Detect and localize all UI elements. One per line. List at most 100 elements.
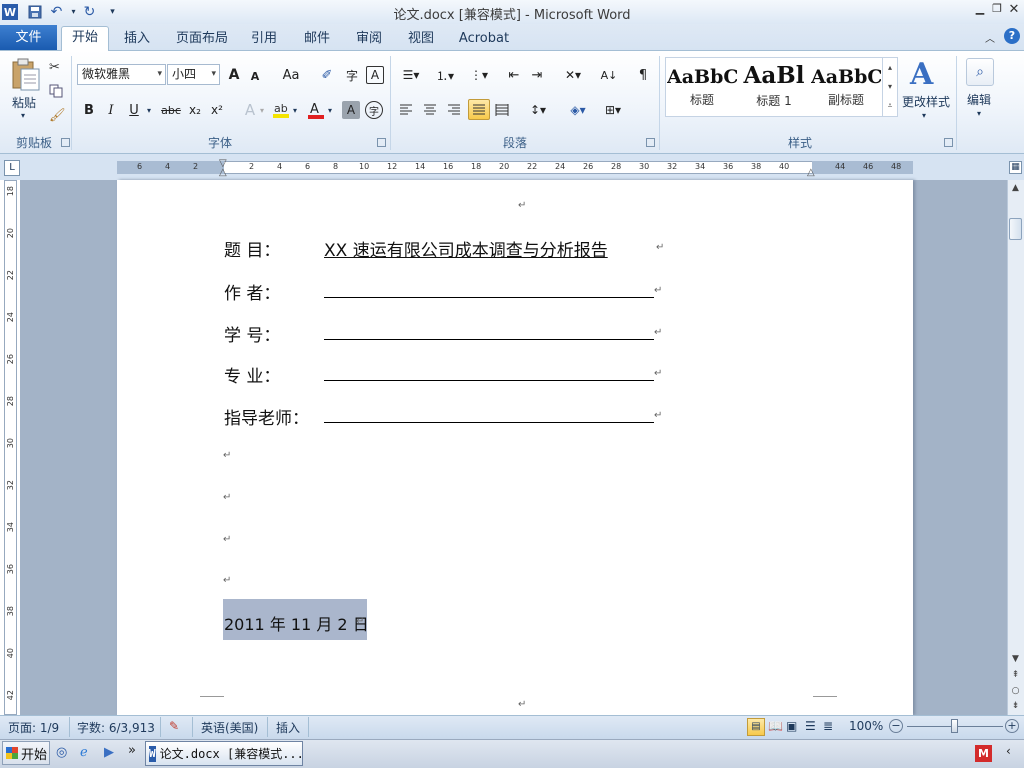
tab-page-layout[interactable]: 页面布局 [171,29,233,50]
font-name-dropdown-icon[interactable]: ▾ [157,65,162,84]
find-icon[interactable]: ⌕ [966,58,994,86]
tab-review[interactable]: 审阅 [350,29,388,50]
outline-view-icon[interactable]: ☰ [805,719,816,733]
change-styles-icon[interactable]: A [910,57,942,93]
right-indent-marker[interactable]: △ [807,167,815,178]
format-painter-icon[interactable]: 🖌 [49,108,66,123]
justify-icon[interactable] [468,99,490,120]
help-icon[interactable]: ? [1004,28,1020,44]
increase-indent-icon[interactable]: ⇥ [528,66,546,84]
character-border-icon[interactable]: A [366,66,384,84]
italic-button[interactable]: I [102,101,120,119]
enclose-characters-icon[interactable]: 字 [365,101,383,119]
date-text[interactable]: 2011 年 11 月 2 日 [224,611,369,635]
grow-font-icon[interactable]: A [225,66,243,84]
bold-button[interactable]: B [80,101,98,119]
page-count[interactable]: 页面: 1/9 [8,719,59,736]
next-page-icon[interactable]: ⇟ [1009,699,1022,713]
numbering-icon[interactable]: ⒈▾ [431,66,459,84]
highlight-dropdown-icon[interactable]: ▾ [293,106,297,115]
character-shading-icon[interactable]: A [342,101,360,119]
draft-view-icon[interactable]: ≣ [823,719,833,733]
zoom-slider-thumb[interactable] [951,719,958,733]
change-case-icon[interactable]: Aa [278,66,304,84]
align-right-icon[interactable] [445,101,463,119]
web-layout-icon[interactable]: ▣ [786,719,797,733]
paste-icon[interactable] [9,58,41,92]
underline-button[interactable]: U [125,101,143,119]
sort-icon[interactable]: A↓ [599,66,619,84]
tab-view[interactable]: 视图 [402,29,440,50]
cut-icon[interactable]: ✂ [49,60,60,75]
editing-label[interactable]: 编辑 [967,91,991,108]
tab-references[interactable]: 引用 [245,29,283,50]
paste-dropdown-icon[interactable]: ▾ [21,111,25,120]
change-styles-label[interactable]: 更改样式 [902,93,950,110]
highlight-icon[interactable]: ab [271,100,291,120]
chinese-layout-icon[interactable]: ✕▾ [560,66,586,84]
subscript-button[interactable]: x₂ [186,101,204,119]
tab-mailings[interactable]: 邮件 [298,29,336,50]
editing-dropdown-icon[interactable]: ▾ [977,109,981,118]
scroll-down-icon[interactable]: ▼ [1009,652,1022,666]
media-player-icon[interactable]: ▶ [104,745,120,761]
phonetic-guide-icon[interactable]: 字 [342,66,362,84]
zoom-in-icon[interactable]: + [1005,719,1019,733]
full-screen-reading-icon[interactable]: 📖 [768,719,783,733]
hanging-indent-marker[interactable]: △ [219,167,227,178]
font-color-icon[interactable]: A [306,100,326,120]
align-center-icon[interactable] [421,101,439,119]
copy-icon[interactable] [49,84,63,98]
taskbar-word-window[interactable]: W 论文.docx [兼容模式... [145,741,303,766]
word-count[interactable]: 字数: 6/3,913 [77,719,155,736]
previous-page-icon[interactable]: ⇞ [1009,668,1022,682]
line-spacing-icon[interactable]: ↕▾ [526,101,550,119]
underline-dropdown-icon[interactable]: ▾ [147,106,151,115]
style-subtitle[interactable]: AaBbC 副标题 [811,60,881,112]
language-indicator[interactable]: 英语(美国) [201,719,258,736]
tab-acrobat[interactable]: Acrobat [453,29,515,50]
proofing-icon[interactable]: ✎ [169,719,179,733]
decrease-indent-icon[interactable]: ⇤ [505,66,523,84]
print-layout-view-icon[interactable]: ▤ [747,718,765,736]
tab-home[interactable]: 开始 [61,26,109,52]
text-effects-dropdown-icon[interactable]: ▾ [260,106,264,115]
font-name-combo[interactable]: 微软雅黑 ▾ [77,64,166,85]
shrink-font-icon[interactable]: A [247,68,263,84]
borders-icon[interactable]: ⊞▾ [600,101,626,119]
tab-file[interactable]: 文件 [0,25,57,50]
text-effects-icon[interactable]: A [240,101,260,119]
scroll-up-icon[interactable]: ▲ [1009,181,1022,195]
major-blank-line[interactable] [324,380,654,381]
paragraph-dialog-launcher[interactable] [646,138,655,147]
horizontal-ruler[interactable] [117,161,913,174]
style-heading-1[interactable]: AaBl 标题 1 [739,60,809,112]
font-dialog-launcher[interactable] [377,138,386,147]
tab-selector-icon[interactable]: L [4,160,20,176]
paste-label[interactable]: 粘贴 [12,94,36,111]
multilevel-list-icon[interactable]: ⋮▾ [465,66,493,84]
view-ruler-icon[interactable]: ▦ [1009,161,1022,174]
close-icon[interactable]: ✕ [1006,2,1022,18]
advisor-blank-line[interactable] [324,422,654,423]
start-button[interactable]: 开始 [2,741,50,765]
font-size-dropdown-icon[interactable]: ▾ [211,65,216,84]
show-formatting-marks-icon[interactable]: ¶ [635,66,651,84]
internet-explorer-icon[interactable]: ℯ [80,745,96,761]
scrollbar-thumb[interactable] [1009,218,1022,240]
font-color-dropdown-icon[interactable]: ▾ [328,106,332,115]
styles-scroll[interactable]: ▴ ▾ ⩡ [882,58,897,116]
font-size-combo[interactable]: 小四 ▾ [167,64,220,85]
distributed-icon[interactable] [493,101,511,119]
superscript-button[interactable]: x² [208,101,226,119]
author-blank-line[interactable] [324,297,654,298]
tab-insert[interactable]: 插入 [118,29,156,50]
show-desktop-icon[interactable]: ◎ [56,745,72,761]
zoom-out-icon[interactable]: − [889,719,903,733]
zoom-level[interactable]: 100% [849,719,883,733]
tray-expand-icon[interactable]: ‹ [1006,744,1011,758]
shading-icon[interactable]: ◈▾ [565,101,591,119]
change-styles-dropdown-icon[interactable]: ▾ [922,111,926,120]
student-id-blank-line[interactable] [324,339,654,340]
title-value[interactable]: XX 速运有限公司成本调查与分析报告 [324,236,608,261]
